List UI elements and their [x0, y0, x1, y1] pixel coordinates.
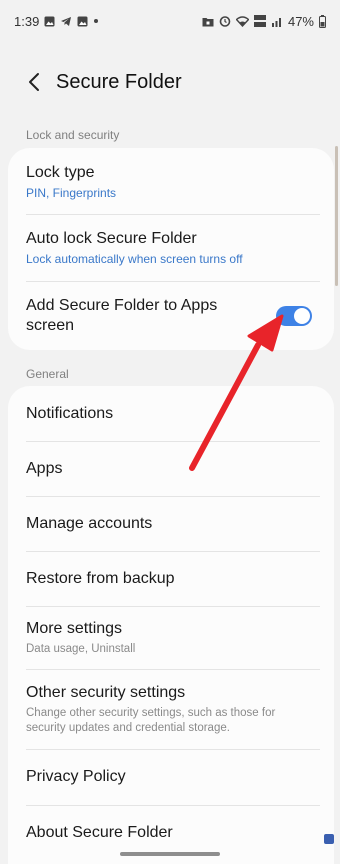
- status-bar-right: 47%: [202, 14, 326, 29]
- section-title-general: General: [26, 367, 69, 381]
- gallery-icon: [44, 16, 55, 27]
- status-time: 1:39: [14, 13, 40, 29]
- back-arrow-icon: [29, 73, 39, 91]
- wifi-icon: [235, 15, 249, 27]
- general-card: Notifications Apps Manage accounts Resto…: [8, 386, 334, 864]
- privacy-policy-label: Privacy Policy: [26, 768, 126, 785]
- manage-accounts-label: Manage accounts: [26, 514, 153, 532]
- corner-badge-icon: [324, 834, 334, 844]
- signal-icon: [271, 16, 283, 27]
- gesture-nav-handle[interactable]: [120, 852, 220, 856]
- lock-type-value: PIN, Fingerprints: [26, 185, 117, 200]
- lock-security-card: Lock type PIN, Fingerprints Auto lock Se…: [8, 148, 334, 350]
- more-settings-label: More settings: [26, 619, 123, 637]
- alarm-icon: [219, 15, 231, 27]
- more-settings-row[interactable]: More settings Data usage, Uninstall: [8, 606, 334, 669]
- back-button[interactable]: [20, 68, 48, 96]
- restore-from-backup-label: Restore from backup: [26, 569, 175, 587]
- battery-icon: [319, 14, 326, 28]
- auto-lock-label: Auto lock Secure Folder: [26, 230, 197, 247]
- status-bar: 1:39 47%: [0, 0, 340, 42]
- status-bar-left: 1:39: [14, 14, 99, 29]
- notifications-row[interactable]: Notifications: [8, 386, 334, 441]
- auto-lock-row[interactable]: Auto lock Secure Folder Lock automatical…: [8, 214, 334, 281]
- other-security-settings-sub: Change other security settings, such as …: [26, 706, 276, 734]
- dot-icon: [93, 18, 99, 24]
- lock-type-row[interactable]: Lock type PIN, Fingerprints: [8, 148, 334, 214]
- restore-from-backup-row[interactable]: Restore from backup: [8, 551, 334, 606]
- apps-row[interactable]: Apps: [8, 441, 334, 496]
- manage-accounts-row[interactable]: Manage accounts: [8, 496, 334, 551]
- about-secure-folder-label: About Secure Folder: [26, 824, 173, 841]
- volte-lte-icon: [253, 15, 266, 27]
- folder-lock-icon: [202, 16, 214, 27]
- page-title: Secure Folder: [56, 70, 182, 93]
- auto-lock-value: Lock automatically when screen turns off: [26, 252, 243, 266]
- add-to-apps-toggle[interactable]: [276, 305, 312, 326]
- apps-label: Apps: [26, 459, 63, 477]
- telegram-icon: [60, 16, 72, 27]
- gallery-icon: [77, 16, 88, 27]
- toggle-knob: [294, 307, 310, 324]
- lock-type-label: Lock type: [26, 163, 95, 181]
- app-header: Secure Folder: [0, 60, 340, 104]
- more-settings-sub: Data usage, Uninstall: [26, 642, 136, 655]
- section-title-lock-security: Lock and security: [26, 128, 120, 142]
- notifications-label: Notifications: [26, 404, 114, 422]
- other-security-settings-label: Other security settings: [26, 683, 186, 701]
- add-to-apps-row[interactable]: Add Secure Folder to Apps screen: [8, 281, 334, 350]
- scrollbar-thumb[interactable]: [335, 146, 338, 286]
- other-security-settings-row[interactable]: Other security settings Change other sec…: [8, 669, 334, 749]
- privacy-policy-row[interactable]: Privacy Policy: [8, 749, 334, 805]
- add-to-apps-label: Add Secure Folder to Apps screen: [26, 296, 218, 334]
- battery-level: 47%: [287, 13, 314, 29]
